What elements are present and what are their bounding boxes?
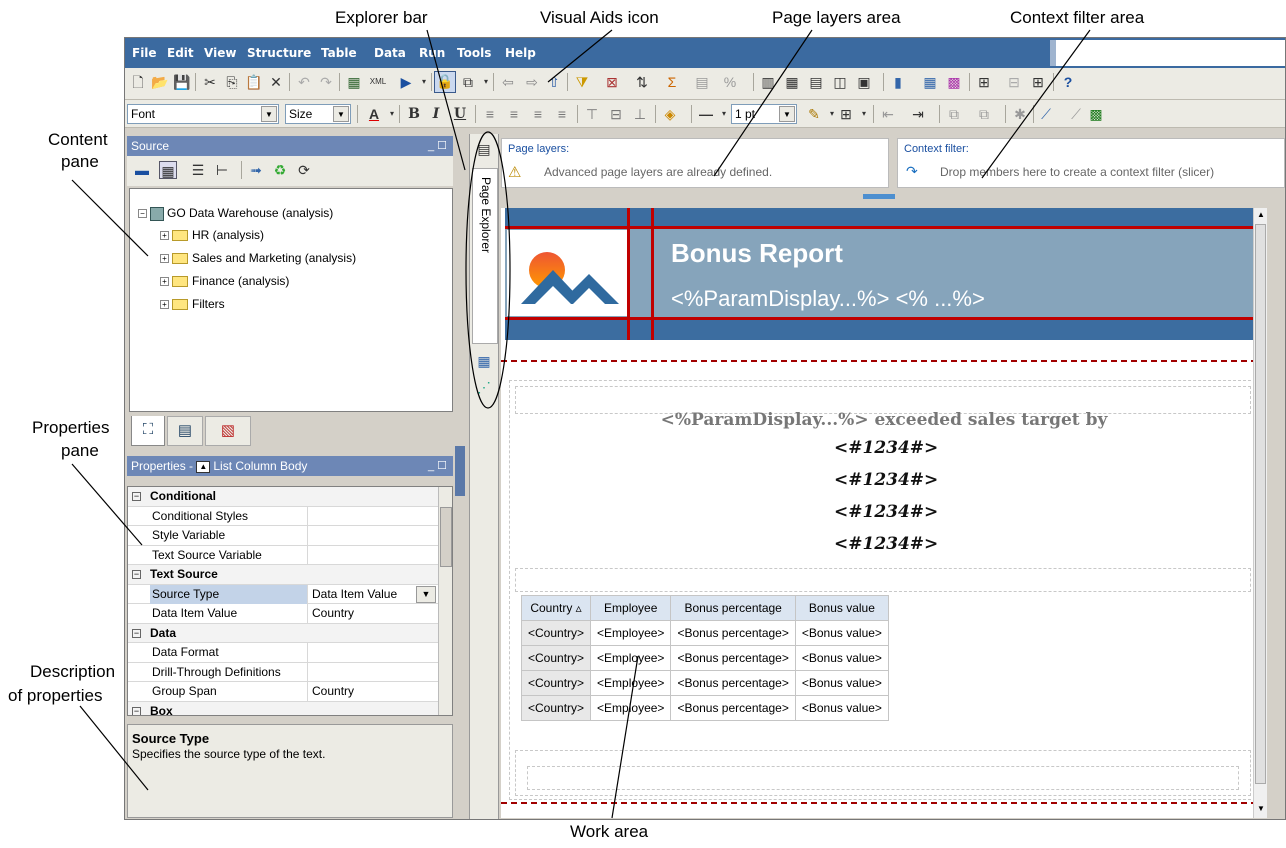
annotation-lines (71, 29, 1091, 819)
